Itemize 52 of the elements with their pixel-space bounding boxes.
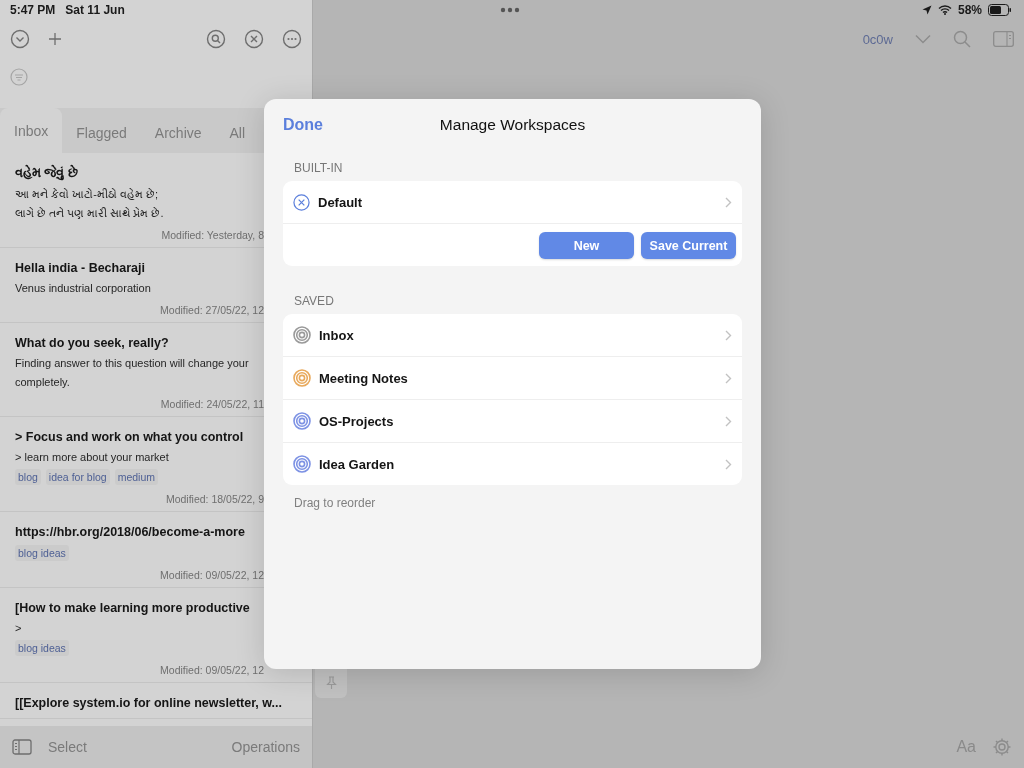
- note-preview: >: [15, 621, 23, 636]
- workspace-name: OS-Projects: [319, 413, 395, 429]
- tab[interactable]: All: [215, 113, 260, 153]
- tab[interactable]: Archive: [140, 113, 216, 153]
- workspace-row[interactable]: OS-Projects: [283, 399, 742, 442]
- modified-date: Modified: 09/05/22, 12: [159, 664, 264, 676]
- workspace-name: Default: [318, 194, 364, 210]
- note-title[interactable]: વહેમ જેવું છે: [15, 166, 264, 181]
- tag[interactable]: idea for blog: [45, 469, 110, 485]
- workspace-row[interactable]: Inbox: [283, 314, 742, 356]
- tab[interactable]: Inbox: [0, 108, 63, 153]
- battery-percentage: 58%: [957, 3, 982, 17]
- tag[interactable]: blog: [15, 469, 41, 485]
- note-title[interactable]: [How to make learning more productive: [15, 601, 264, 615]
- tag[interactable]: blog ideas: [15, 545, 69, 561]
- note-title[interactable]: > Focus and work on what you control: [15, 430, 264, 444]
- note-preview: > learn more about your market: [15, 450, 170, 465]
- note-preview: completely.: [15, 375, 71, 390]
- modified-date: Modified: 24/05/22, 11: [159, 398, 264, 410]
- note-title[interactable]: What do you seek, really?: [15, 336, 264, 350]
- modified-date: Modified: 18/05/22, 9: [164, 493, 264, 505]
- modified-date: Modified: Yesterday, 8: [160, 229, 264, 241]
- workspace-name: Idea Garden: [319, 456, 396, 472]
- workspace-row[interactable]: Idea Garden: [283, 442, 742, 485]
- done-button[interactable]: Done: [283, 116, 323, 134]
- tab[interactable]: Flagged: [62, 113, 141, 153]
- note-preview: લાગે છે તને પણ મારી સાથે પ્રેમ છે.: [15, 206, 165, 221]
- note-preview: Venus industrial corporation: [15, 281, 152, 296]
- workspace-row[interactable]: Meeting Notes: [283, 356, 742, 399]
- note-title[interactable]: [[Explore system.io for online newsletter, w...: [15, 696, 295, 710]
- workspace-name: Inbox: [319, 327, 355, 343]
- section-header: SAVED: [293, 293, 335, 310]
- word-count[interactable]: 0c0w: [862, 31, 893, 47]
- workspace-name: Meeting Notes: [319, 370, 409, 386]
- tag[interactable]: medium: [114, 469, 158, 485]
- tag[interactable]: blog ideas: [15, 640, 69, 656]
- status-date: Sat 11 Jun: [65, 3, 125, 17]
- new-button[interactable]: New: [539, 232, 634, 259]
- modified-date: Modified: 27/05/22, 12: [159, 304, 264, 316]
- workspace-row[interactable]: Default: [283, 181, 742, 223]
- section-header: BUILT-IN: [293, 160, 344, 177]
- note-preview: Finding answer to this question will change your: [15, 356, 250, 371]
- operations-button[interactable]: Operations: [231, 739, 300, 755]
- note-preview: આ મને કેવો ખાટો-મીઠો વહેમ છે;: [15, 187, 159, 202]
- note-title[interactable]: Hella india - Becharaji: [15, 261, 264, 275]
- status-time: 5:47 PM: [10, 3, 56, 17]
- select-button[interactable]: Select: [48, 739, 87, 755]
- modified-date: Modified: 09/05/22, 12: [159, 569, 264, 581]
- save-current-button[interactable]: Save Current: [641, 232, 736, 259]
- note-title[interactable]: https://hbr.org/2018/06/become-a-more: [15, 525, 264, 539]
- dialog-title: Manage Workspaces: [439, 116, 586, 134]
- footer-hint: Drag to reorder: [293, 496, 377, 510]
